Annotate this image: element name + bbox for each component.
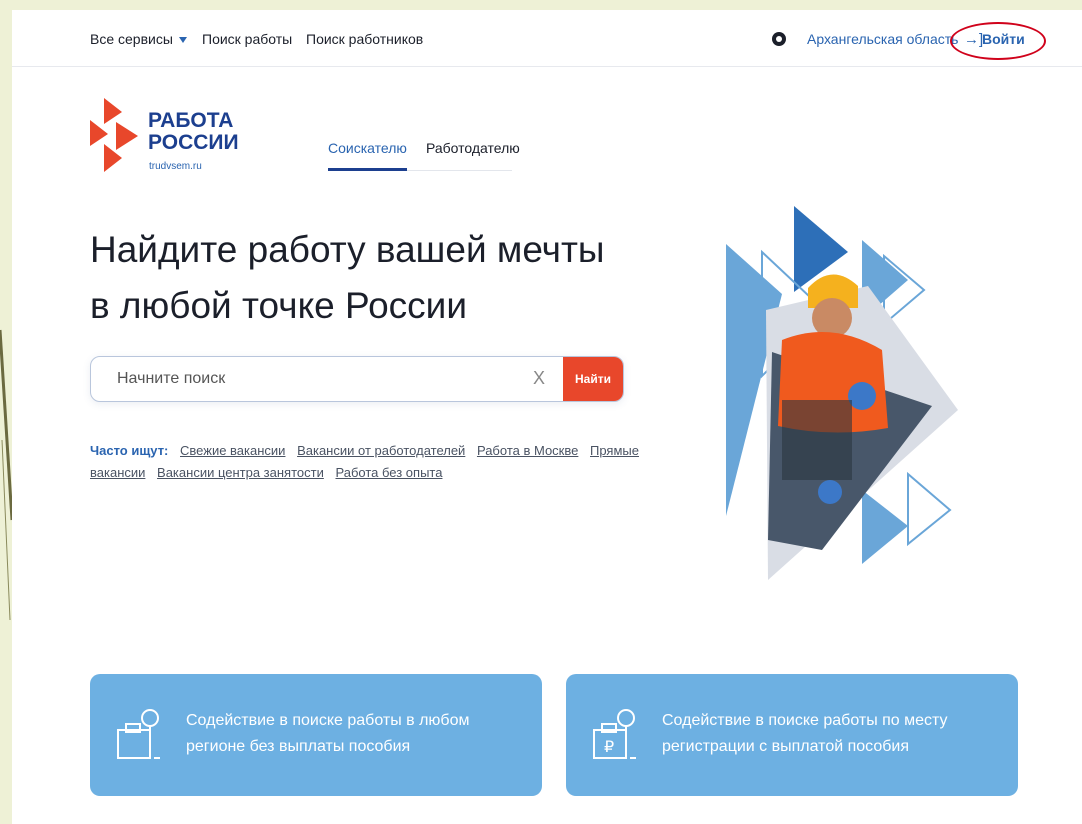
- popular-link[interactable]: Свежие вакансии: [180, 443, 285, 458]
- chevron-down-icon: [178, 37, 187, 44]
- logo-mark-icon: [90, 98, 138, 172]
- popular-label: Часто ищут:: [90, 443, 169, 458]
- tab-employer[interactable]: Работодателю: [426, 140, 520, 156]
- popular-link[interactable]: Работа в Москве: [477, 443, 578, 458]
- search-button[interactable]: Найти: [563, 357, 623, 401]
- page-title: Найдите работу вашей мечты в любой точке…: [90, 222, 650, 334]
- login-button[interactable]: →] Войти: [950, 22, 1046, 60]
- location-icon: [772, 32, 786, 46]
- login-label: Войти: [982, 31, 1025, 47]
- search-input[interactable]: [91, 357, 547, 401]
- page-title-line-1: Найдите работу вашей мечты: [90, 229, 605, 270]
- audience-tabs: Соискателю Работодателю: [328, 140, 520, 171]
- popular-link[interactable]: Вакансии от работодателей: [297, 443, 465, 458]
- job-search-link[interactable]: Поиск работы: [202, 31, 292, 47]
- tab-job-seeker[interactable]: Соискателю: [328, 140, 407, 171]
- all-services-label: Все сервисы: [90, 31, 173, 47]
- search-box: X Найти: [90, 356, 624, 402]
- site-logo[interactable]: РАБОТА РОССИИ trudvsem.ru: [90, 98, 250, 178]
- svg-text:₽: ₽: [604, 737, 614, 756]
- popular-link[interactable]: Работа без опыта: [335, 465, 442, 480]
- login-icon: →]: [964, 31, 984, 48]
- logo-title: РАБОТА РОССИИ: [148, 110, 239, 154]
- service-card-any-region[interactable]: Содействие в поиске работы в любом регио…: [90, 674, 542, 796]
- service-card-text: Содействие в поиске работы в любом регио…: [186, 712, 470, 755]
- worker-search-link[interactable]: Поиск работников: [306, 31, 423, 47]
- service-card-text: Содействие в поиске работы по месту реги…: [662, 712, 948, 755]
- briefcase-search-icon: [117, 709, 160, 759]
- all-services-menu[interactable]: Все сервисы: [90, 31, 187, 47]
- top-navigation: Все сервисы Поиск работы Поиск работнико…: [12, 10, 1082, 67]
- page-title-line-2: в любой точке России: [90, 285, 467, 326]
- service-card-with-benefit[interactable]: ₽ Содействие в поиске работы по месту ре…: [566, 674, 1018, 796]
- page: Все сервисы Поиск работы Поиск работнико…: [12, 10, 1082, 824]
- logo-line-2: РОССИИ: [148, 131, 239, 154]
- ruble-briefcase-search-icon: ₽: [593, 709, 636, 759]
- region-selector[interactable]: Архангельская область: [807, 31, 958, 47]
- popular-link[interactable]: Вакансии центра занятости: [157, 465, 324, 480]
- hero-illustration: [726, 206, 958, 580]
- logo-site: trudvsem.ru: [149, 161, 202, 172]
- decorative-side-lines: [0, 329, 12, 621]
- popular-searches: Часто ищут: Свежие вакансии Вакансии от …: [90, 440, 640, 484]
- clear-icon[interactable]: X: [533, 368, 545, 389]
- logo-line-1: РАБОТА: [148, 109, 234, 132]
